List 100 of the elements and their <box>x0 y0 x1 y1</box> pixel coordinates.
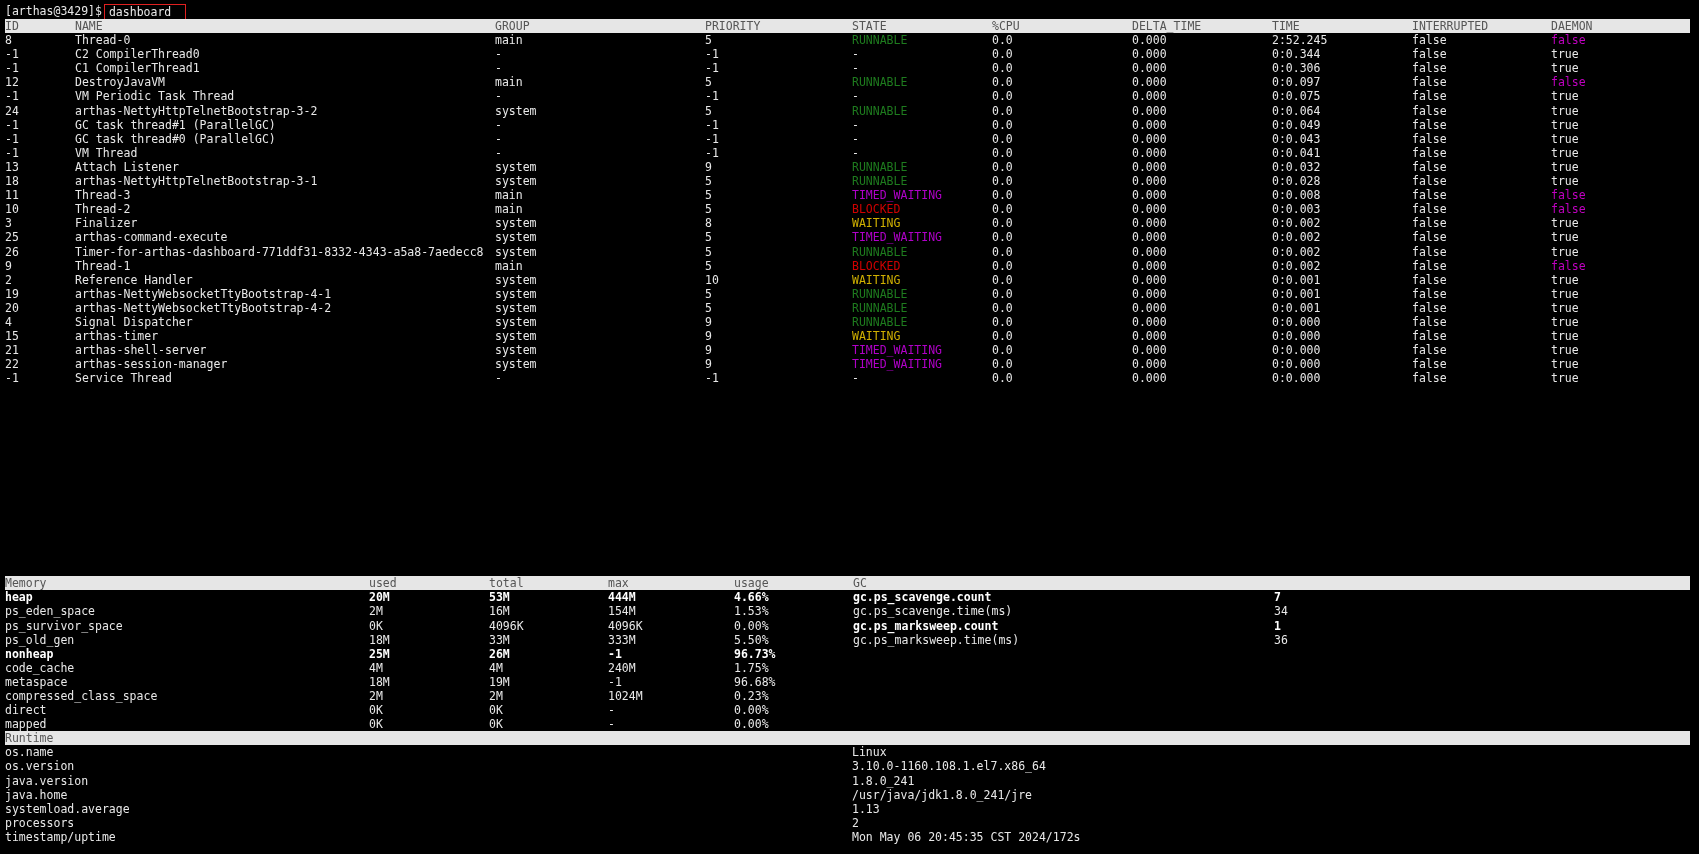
table-cell-text: 0K <box>489 703 504 718</box>
table-cell-text: 10 <box>5 202 20 217</box>
table-cell-text: 26 <box>5 244 20 259</box>
table-cell-text: VM Thread <box>75 145 139 160</box>
table-cell-text: arthas-session-manager <box>75 357 229 372</box>
table-cell-text: TIMED_WAITING <box>852 230 943 245</box>
table-cell-text: 0:0.000 <box>1272 371 1322 386</box>
table-cell-text: 0:0.043 <box>1272 131 1322 146</box>
table-cell-text: 53M <box>489 590 511 605</box>
table-cell-text: false <box>1412 230 1448 245</box>
table-cell-text: RUNNABLE <box>852 159 909 175</box>
table-cell-text: 22 <box>5 357 20 372</box>
table-cell-text: main <box>495 258 523 273</box>
table-cell-text: 0.0 <box>992 244 1014 259</box>
table-cell-text: true <box>1551 61 1580 76</box>
table-cell-text: true <box>1551 174 1580 189</box>
table-cell-text: 5 <box>705 174 713 189</box>
table-cell-text: RUNNABLE <box>852 286 909 301</box>
table-cell-text: Linux <box>852 745 888 760</box>
table-cell-text: - <box>495 131 503 146</box>
table-cell-text: false <box>1412 371 1448 386</box>
table-cell-text: ps_survivor_space <box>5 618 124 633</box>
table-cell-text: arthas-NettyHttpTelnetBootstrap-3-1 <box>75 174 319 189</box>
table-cell-text: 2M <box>369 604 384 619</box>
table-cell-text: 0.0 <box>992 272 1014 287</box>
table-cell-text: 0.00% <box>734 717 770 732</box>
table-cell-text: true <box>1551 47 1580 62</box>
table-cell-text: 0:0.000 <box>1272 343 1322 358</box>
table-cell-text: 0.0 <box>992 286 1014 301</box>
table-cell-text: 0.0 <box>992 89 1014 104</box>
table-cell-text: 7 <box>1274 590 1282 605</box>
table-cell-text: direct <box>5 703 48 718</box>
table-cell-text: 0.000 <box>1132 230 1168 245</box>
table-cell-text: 0.0 <box>992 371 1014 386</box>
table-cell-text: heap <box>5 590 34 605</box>
column-header: max <box>608 576 630 591</box>
table-cell-text: 5 <box>705 286 713 301</box>
table-cell-text: Thread-2 <box>75 202 132 217</box>
table-cell-text: false <box>1412 33 1448 48</box>
table-cell-text: timestamp/uptime <box>5 829 117 844</box>
table-cell-text: main <box>495 33 524 48</box>
table-cell-text: 0K <box>489 717 504 732</box>
table-cell-text: arthas-timer <box>75 329 160 344</box>
table-cell-text: system <box>495 230 538 245</box>
table-cell-text: -1 <box>5 117 20 132</box>
table-cell-text: false <box>1551 33 1587 48</box>
table-cell-text: 0.0 <box>992 329 1014 344</box>
table-cell-text: 3 <box>5 216 13 231</box>
table-cell-text: 0K <box>369 717 384 732</box>
table-cell-text: Reference Handler <box>75 272 194 287</box>
table-cell-text: 0.0 <box>992 131 1014 146</box>
table-cell-text: 25M <box>369 646 391 661</box>
table-cell-text: mapped <box>5 717 48 732</box>
table-cell-text: 2M <box>489 688 504 704</box>
table-cell-text: 0.000 <box>1132 47 1168 62</box>
table-cell-text: false <box>1412 145 1448 160</box>
table-cell-text: Thread-3 <box>75 188 132 203</box>
table-cell-text: true <box>1551 357 1580 372</box>
table-cell-text: 0:0.002 <box>1272 244 1322 259</box>
table-cell-text: true <box>1551 272 1580 287</box>
table-cell-text: true <box>1551 131 1580 146</box>
table-cell-text: 0K <box>369 618 384 633</box>
shell-prompt: [arthas@3429]$ <box>5 4 102 19</box>
column-header: GC <box>853 576 868 591</box>
table-cell-text: 3.10.0-1160.108.1.el7.x86_64 <box>852 759 1047 774</box>
table-cell-text: gc.ps_marksweep.time(ms) <box>853 632 1021 647</box>
table-cell-text: 0.000 <box>1132 300 1168 315</box>
table-cell-text: 1.13 <box>852 801 880 816</box>
table-cell-text: 0.0 <box>992 117 1014 132</box>
table-cell-text: false <box>1412 343 1448 358</box>
table-cell-text: -1 <box>608 674 623 689</box>
table-cell-text: 0:0.002 <box>1272 258 1322 273</box>
table-cell-text: -1 <box>5 89 20 104</box>
table-cell-text: /usr/java/jdk1.8.0_241/jre <box>852 787 1033 802</box>
table-cell-text: 19 <box>5 286 20 301</box>
table-cell-text: code_cache <box>5 660 76 675</box>
table-cell-text: 0.000 <box>1132 89 1168 104</box>
table-cell-text: 0:0.008 <box>1272 188 1322 203</box>
table-cell-text: false <box>1412 75 1448 90</box>
table-cell-text: 0.000 <box>1132 202 1168 217</box>
table-cell-text: main <box>495 188 524 203</box>
table-cell-text: DestroyJavaVM <box>75 75 166 90</box>
table-cell-text: 0:0.003 <box>1272 202 1322 217</box>
table-cell-text: 0.000 <box>1132 188 1168 203</box>
table-cell-text: 33M <box>489 632 511 647</box>
table-cell-text: main <box>495 202 524 217</box>
table-cell-text: 21 <box>5 343 20 358</box>
table-cell-text: system <box>495 272 538 287</box>
column-header: DAEMON <box>1551 19 1594 34</box>
table-cell-text: 20 <box>5 300 20 315</box>
table-cell-text: 0:0.001 <box>1272 272 1322 287</box>
table-cell-text: 5 <box>705 103 713 118</box>
table-cell-text: 0:0.028 <box>1272 174 1322 189</box>
table-cell-text: 5 <box>705 33 713 48</box>
table-cell-text: 0.0 <box>992 145 1014 160</box>
table-cell-text: 1 <box>1274 618 1282 633</box>
column-header: TIME <box>1272 19 1301 34</box>
table-cell-text: 5 <box>705 188 713 203</box>
table-cell-text: 18 <box>5 174 20 189</box>
table-cell-text: system <box>495 216 538 231</box>
